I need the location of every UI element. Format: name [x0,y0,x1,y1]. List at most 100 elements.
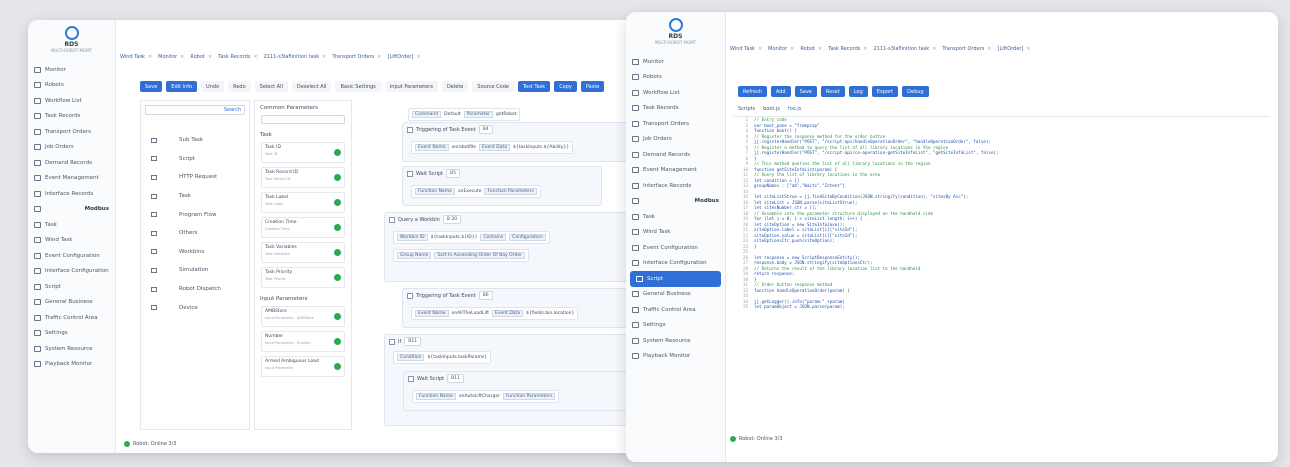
sidebar-item-settings[interactable]: Settings [28,326,115,342]
close-icon[interactable]: × [208,54,212,60]
sidebar-item-system-resource[interactable]: System Resource [28,341,115,357]
parameter-card[interactable]: Task Record ID Task Record ID [261,167,345,188]
sidebar-item-demand-records[interactable]: Demand Records [626,147,725,163]
input-parameters-button[interactable]: Input Parameters [384,81,438,92]
sidebar-item-robots[interactable]: Robots [626,70,725,86]
component-item-robot-dispatch[interactable]: Robot Dispatch [141,280,249,299]
close-icon[interactable]: × [987,46,991,52]
source-code-button[interactable]: Source Code [472,81,514,92]
sidebar-item-workflow-list[interactable]: Workflow List [626,85,725,101]
edit-info-button[interactable]: Edit Info [166,81,198,92]
flow-block-wait-script-2[interactable]: Wait Script B11 Function Name onAutoLiftCh… [403,371,629,411]
tab-robot[interactable]: Robot × [190,54,212,60]
add-parameter-icon[interactable] [334,338,341,345]
sidebar-item-task[interactable]: Task [626,209,725,225]
copy-button[interactable]: Copy [554,81,577,92]
close-icon[interactable]: × [818,46,822,52]
component-item-script[interactable]: Script [141,150,249,169]
component-item-device[interactable]: Device [141,298,249,317]
paste-button[interactable]: Paste [580,81,605,92]
sidebar-item-task[interactable]: Task [28,217,115,233]
sidebar-item-event-configuration[interactable]: Event Configuration [28,248,115,264]
tab-liftorder[interactable]: [LiftOrder] × [388,54,421,60]
code-editor[interactable]: 1 // Entry code 2 var boot_pane = "fromprop… [734,116,1270,426]
add-parameter-icon[interactable] [334,363,341,370]
sidebar-item-monitor[interactable]: Monitor [626,54,725,70]
close-icon[interactable]: × [790,46,794,52]
save-button[interactable]: Save [794,86,817,97]
sidebar-item-event-configuration[interactable]: Event Configuration [626,240,725,256]
sidebar-item-task-records[interactable]: Task Records [28,109,115,125]
sidebar-item-interface-configuration[interactable]: Interface Configuration [28,264,115,280]
component-item-program-flow[interactable]: Program Flow [141,205,249,224]
block-checkbox[interactable] [407,126,413,133]
component-item-sub-task[interactable]: Sub Task [141,131,249,150]
add-parameter-icon[interactable] [334,149,341,156]
block-checkbox[interactable] [389,216,395,223]
add-parameter-icon[interactable] [334,249,341,256]
parameter-card[interactable]: Armed Ambiguous Load Input Parameter [261,356,345,377]
close-icon[interactable]: × [148,54,152,60]
sidebar-item-system-resource[interactable]: System Resource [626,333,725,349]
add-parameter-icon[interactable] [334,274,341,281]
sidebar-item-transport-orders[interactable]: Transport Orders [28,124,115,140]
tab-transport-orders[interactable]: Transport Orders × [942,46,991,52]
add-parameter-icon[interactable] [334,224,341,231]
tab-2111-s3iaflinition-task[interactable]: 2111-s3Iaflinition task × [874,46,937,52]
component-item-task[interactable]: Task [141,187,249,206]
sidebar-item-traffic-control-area[interactable]: Traffic Control Area [626,302,725,318]
tab-2111-s3iaflinition-task[interactable]: 2111-s3Iaflinition task × [264,54,327,60]
flow-block-task-event-1[interactable]: Triggering of Task Event B4 Event Name onr… [402,122,640,162]
add-parameter-icon[interactable] [334,174,341,181]
tab-transport-orders[interactable]: Transport Orders × [332,54,381,60]
parameter-card[interactable]: Task Priority Task Priority [261,267,345,288]
tab-wind-task[interactable]: Wind Task × [730,46,762,52]
parameter-card[interactable]: Task ID Task ID [261,142,345,163]
parameter-card[interactable]: Task Label Task Label [261,192,345,213]
close-icon[interactable]: × [377,54,381,60]
sidebar-item-script[interactable]: Script [630,271,721,287]
component-item-workbins[interactable]: Workbins [141,243,249,262]
file-tab-scripts[interactable]: Scripts [738,106,755,112]
sidebar-item-robots[interactable]: Robots [28,78,115,94]
sidebar-item-settings[interactable]: Settings [626,318,725,334]
tab-task-records[interactable]: Task Records × [828,46,867,52]
component-search-input[interactable]: Search [145,105,245,115]
component-item-simulation[interactable]: Simulation [141,261,249,280]
tab-task-records[interactable]: Task Records × [218,54,257,60]
sidebar-item-event-management[interactable]: Event Management [626,163,725,179]
sidebar-item-traffic-control-area[interactable]: Traffic Control Area [28,310,115,326]
sidebar-item-interface-configuration[interactable]: Interface Configuration [626,256,725,272]
flow-block-wait-script-1[interactable]: Wait Script B5 Function Name onExecute Fun… [402,166,602,206]
sidebar-item-interface-records[interactable]: Interface Records [626,178,725,194]
tab-monitor[interactable]: Monitor × [158,54,184,60]
close-icon[interactable]: × [1026,46,1030,52]
test-task-button[interactable]: Test Task [517,81,551,92]
component-item-http-request[interactable]: HTTP Request [141,168,249,187]
delete-button[interactable]: Delete [441,81,469,92]
file-tab-foo-js[interactable]: foo.js [788,106,801,112]
tab-monitor[interactable]: Monitor × [768,46,794,52]
tab-robot[interactable]: Robot × [800,46,822,52]
flow-block-task-event-2[interactable]: Triggering of Task Event B6 Event Name onA… [402,288,640,328]
deselect-all-button[interactable]: Deselect All [291,81,332,92]
sidebar-item-workflow-list[interactable]: Workflow List [28,93,115,109]
close-icon[interactable]: × [322,54,326,60]
tab-liftorder[interactable]: [LiftOrder] × [998,46,1031,52]
close-icon[interactable]: × [932,46,936,52]
add-button[interactable]: Add [770,86,791,97]
sidebar-item-modbus[interactable]: Modbus [626,194,725,210]
sidebar-item-job-orders[interactable]: Job Orders [626,132,725,148]
parameter-filter-input[interactable] [261,115,345,124]
parameter-card[interactable]: Task Variables Task Variables [261,242,345,263]
parameter-card[interactable]: Creation Time Creation Time [261,217,345,238]
flow-block-query-workbin[interactable]: Query a Workbin B 30 Workbin ID ${taskInpu… [384,212,640,282]
close-icon[interactable]: × [180,54,184,60]
sidebar-item-modbus[interactable]: Modbus [28,202,115,218]
block-checkbox[interactable] [407,170,413,177]
sidebar-item-general-business[interactable]: General Business [28,295,115,311]
block-checkbox[interactable] [408,375,414,382]
reset-button[interactable]: Reset [820,86,845,97]
undo-button[interactable]: Undo [201,81,225,92]
sidebar-item-playback-monitor[interactable]: Playback Monitor [626,349,725,365]
